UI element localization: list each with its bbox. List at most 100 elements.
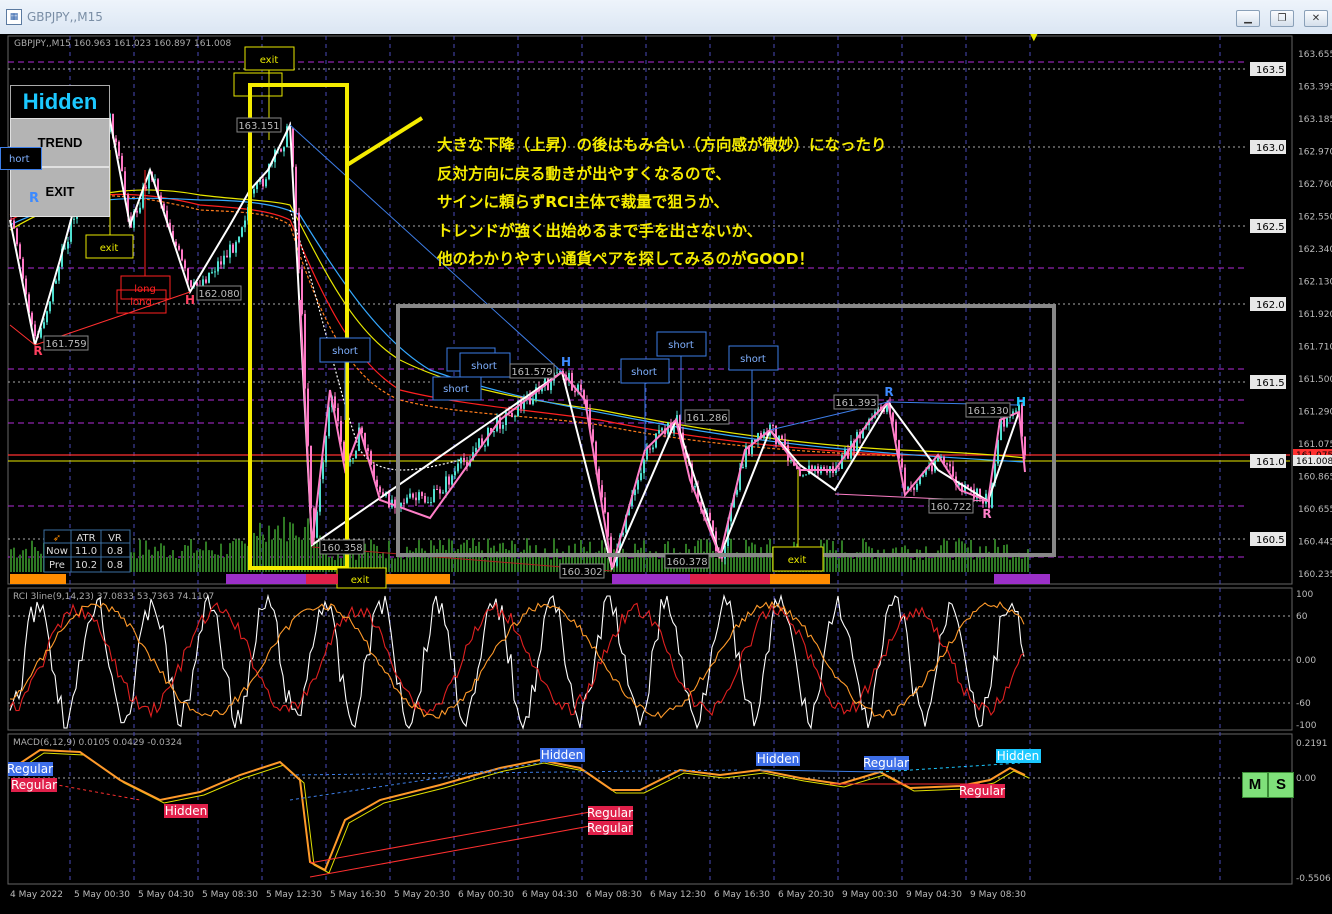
round-level-tag-text: 162.5 [1256,222,1285,233]
minimize-button[interactable]: ▁ [1236,10,1260,27]
candle-body [805,474,807,476]
macd-header: MACD(6,12,9) 0.0105 0.0429 -0.0324 [13,738,182,748]
volume-bar [742,556,744,572]
round-level-tag-text: 161.0 [1256,457,1285,468]
volume-bar [898,555,900,572]
candle-body [442,492,444,494]
candle-body [772,424,774,426]
volume-bar [436,549,438,572]
candle-body [226,255,228,258]
candle-body [427,502,429,504]
macd-hidden-1: Hidden [165,804,208,818]
volume-bar [406,546,408,572]
volume-bar [25,548,27,572]
volume-bar [211,550,213,572]
candle-body [493,431,495,433]
rci-header: RCI 3line(9,14,23) 37.0833 53.7363 74.11… [13,592,214,602]
candle-body [205,279,207,283]
candle-body [217,261,219,272]
candle-body [694,486,696,488]
rci-panel-frame [7,587,1293,731]
main-panel-frame [7,35,1293,585]
candle-body [646,448,648,460]
svg-text:0.00: 0.00 [1296,656,1316,666]
volume-bar [493,545,495,572]
candle-body [946,463,948,465]
candle-body [262,178,264,187]
candle-body [784,439,786,446]
candle-body [1024,436,1026,456]
volume-bar [922,559,924,572]
chart-window-icon: ▦ [6,9,22,25]
short-signal-1: short [332,346,358,357]
price-axis-label: 160.235 [1298,570,1332,580]
candle-body [298,212,300,270]
candle-body [352,458,354,460]
svg-text:-0.5506: -0.5506 [1296,874,1331,884]
volume-bar [847,554,849,572]
tag-161330: 161.330 [967,406,1008,417]
candle-body [409,493,411,498]
mark-h-1: H [185,293,195,307]
volume-bar [940,545,942,572]
candle-body [121,155,123,172]
macd-regular-2: Regular [11,778,57,792]
volume-bar [421,548,423,572]
volume-bar [907,549,909,572]
macd-m-button[interactable]: M [1242,772,1268,798]
volume-bar [535,545,537,572]
candle-body [856,432,858,452]
tag-161579: 161.579 [511,367,552,378]
volume-bar [163,545,165,572]
macd-regular-6: Regular [959,784,1005,798]
atr-icon: ➶ [53,533,61,544]
volume-bar [715,558,717,572]
candle-body [379,486,381,493]
price-axis-label: 162.340 [1298,245,1332,255]
candle-body [502,424,504,429]
exit-signal-mid: exit [788,555,807,566]
volume-bar [895,547,897,572]
time-axis-label: 6 May 04:30 [522,890,578,900]
round-level-tag-text: 161.5 [1256,378,1285,389]
svg-text:0.00: 0.00 [1296,774,1316,784]
tag-160358: 160.358 [321,543,362,554]
volume-bar [274,529,276,572]
volume-bar [238,539,240,572]
volume-bar [184,545,186,572]
time-axis-label: 5 May 08:30 [202,890,258,900]
volume-bar [460,544,462,572]
price-axis-label: 162.130 [1298,278,1332,288]
close-button[interactable]: ✕ [1304,10,1328,27]
short-signal-edge: hort [0,147,42,170]
candle-body [184,260,186,269]
row-pre-label: Pre [49,560,65,571]
volume-bar [37,550,39,572]
chart-canvas[interactable]: exit exit long long short short short sh… [0,34,1332,914]
macd-regular-1: Regular [7,762,53,776]
restore-button[interactable]: ❐ [1270,10,1294,27]
annotation-line-2: 反対方向に戻る動きが出やすくなるので、 [437,164,731,183]
short-signal-3: short [471,361,497,372]
volume-bar [214,554,216,572]
macd-s-button[interactable]: S [1268,772,1294,798]
macd-hidden-3: Hidden [757,752,800,766]
candle-body [283,146,285,152]
tag-161759: 161.759 [45,339,86,350]
candle-body [64,248,66,250]
candle-body [136,210,138,213]
macd-hidden-4: Hidden [997,749,1040,763]
mark-h-2: H [561,355,571,369]
candle-body [118,141,120,156]
volume-bar [631,558,633,572]
candle-body [367,448,369,452]
mark-h-3: H [1016,395,1026,409]
candle-body [43,322,45,328]
volume-bar [889,554,891,572]
volume-bar [766,544,768,572]
volume-bar [748,546,750,572]
volume-bar [883,549,885,572]
volume-bar [607,558,609,572]
candle-body [403,502,405,504]
exit-button[interactable]: EXIT [10,167,110,217]
